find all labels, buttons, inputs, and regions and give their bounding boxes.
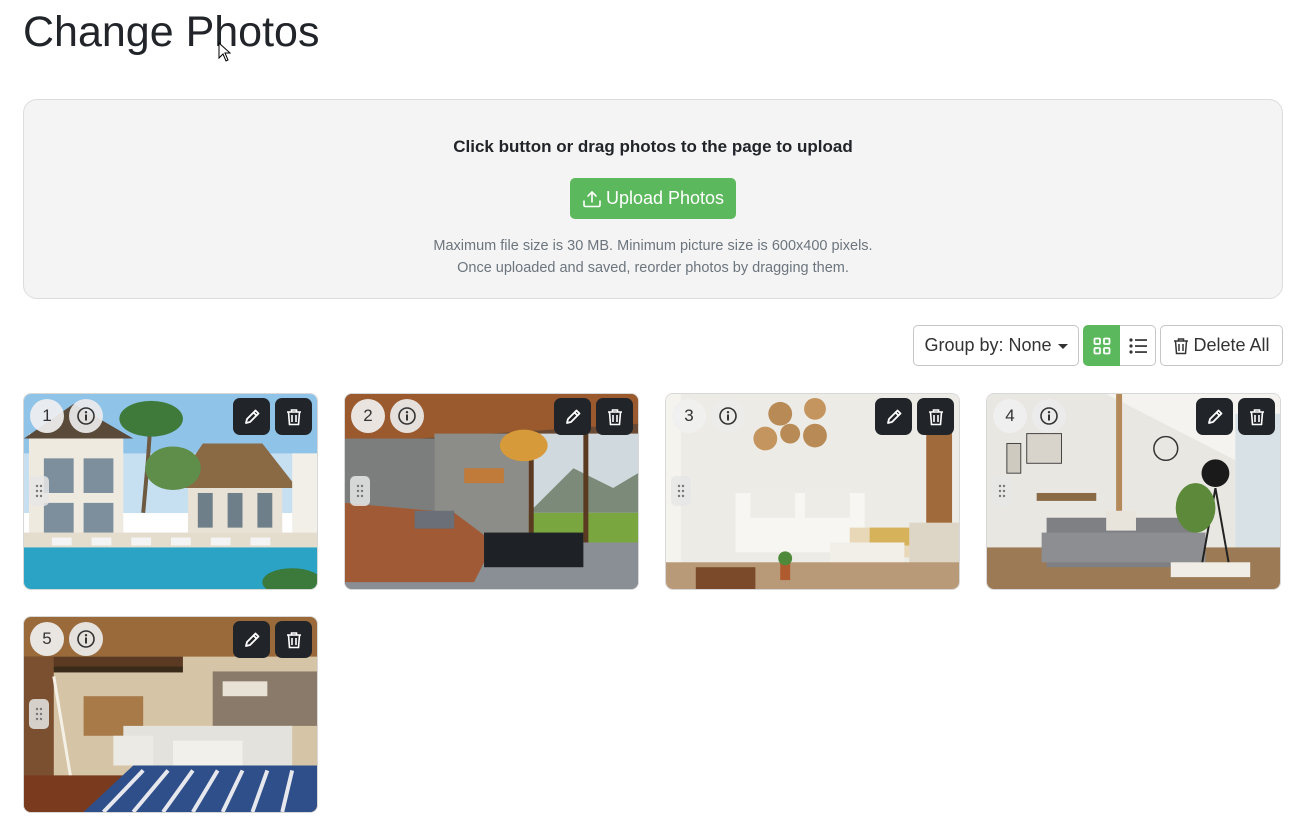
- view-toggle-group: [1083, 325, 1156, 366]
- delete-photo-button[interactable]: [275, 398, 312, 435]
- photo-number-badge: 2: [351, 399, 385, 433]
- photo-thumbnail: [345, 394, 638, 589]
- info-icon: [1040, 407, 1058, 425]
- upload-reorder-note: Once uploaded and saved, reorder photos …: [457, 260, 849, 276]
- edit-photo-button[interactable]: [233, 621, 270, 658]
- info-icon: [719, 407, 737, 425]
- edit-photo-button[interactable]: [554, 398, 591, 435]
- photo-info-button[interactable]: [1032, 399, 1066, 433]
- photo-card[interactable]: 5: [23, 616, 318, 813]
- drag-handle[interactable]: [29, 476, 49, 506]
- photo-info-button[interactable]: [69, 622, 103, 656]
- photo-card[interactable]: 2: [344, 393, 639, 590]
- pencil-icon: [886, 409, 901, 424]
- trash-icon: [607, 408, 622, 425]
- trash-icon: [1174, 337, 1189, 354]
- upload-heading: Click button or drag photos to the page …: [453, 137, 853, 156]
- delete-photo-button[interactable]: [596, 398, 633, 435]
- grid-icon: [1093, 337, 1110, 354]
- delete-all-button[interactable]: Delete All: [1160, 325, 1283, 366]
- delete-photo-button[interactable]: [1238, 398, 1275, 435]
- upload-icon: [583, 190, 601, 207]
- photo-card[interactable]: 3: [665, 393, 960, 590]
- drag-handle[interactable]: [350, 476, 370, 506]
- grip-dots-icon: [356, 484, 364, 498]
- photo-thumbnail: [24, 394, 317, 589]
- photo-number-badge: 1: [30, 399, 64, 433]
- grip-dots-icon: [35, 707, 43, 721]
- drag-handle[interactable]: [29, 699, 49, 729]
- mouse-cursor-icon: [218, 42, 232, 62]
- photo-number-badge: 3: [672, 399, 706, 433]
- caret-down-icon: [1057, 344, 1068, 349]
- upload-photos-label: Upload Photos: [605, 188, 725, 208]
- edit-photo-button[interactable]: [233, 398, 270, 435]
- grip-dots-icon: [998, 484, 1006, 498]
- photo-info-button[interactable]: [711, 399, 745, 433]
- pencil-icon: [565, 409, 580, 424]
- grid-view-button[interactable]: [1083, 325, 1120, 366]
- pencil-icon: [244, 632, 259, 647]
- page-title: Change Photos: [23, 8, 320, 56]
- edit-photo-button[interactable]: [875, 398, 912, 435]
- edit-photo-button[interactable]: [1196, 398, 1233, 435]
- photo-card[interactable]: 1: [23, 393, 318, 590]
- delete-photo-button[interactable]: [917, 398, 954, 435]
- photo-thumbnail: [987, 394, 1280, 589]
- pencil-icon: [244, 409, 259, 424]
- photo-number-badge: 5: [30, 622, 64, 656]
- photo-thumbnail: [666, 394, 959, 589]
- list-view-button[interactable]: [1120, 325, 1156, 366]
- info-icon: [77, 407, 95, 425]
- trash-icon: [286, 631, 301, 648]
- upload-size-note: Maximum file size is 30 MB. Minimum pict…: [433, 238, 873, 254]
- trash-icon: [286, 408, 301, 425]
- group-by-dropdown[interactable]: Group by: None: [913, 325, 1079, 366]
- list-icon: [1128, 337, 1147, 354]
- trash-icon: [1249, 408, 1264, 425]
- info-icon: [398, 407, 416, 425]
- delete-photo-button[interactable]: [275, 621, 312, 658]
- photo-number-badge: 4: [993, 399, 1027, 433]
- trash-icon: [928, 408, 943, 425]
- delete-all-label: Delete All: [1193, 335, 1270, 355]
- grip-dots-icon: [677, 484, 685, 498]
- group-by-label: Group by: None: [924, 335, 1052, 355]
- photo-info-button[interactable]: [390, 399, 424, 433]
- upload-photos-button[interactable]: Upload Photos: [570, 178, 736, 219]
- photo-thumbnail: [24, 617, 317, 812]
- photo-card[interactable]: 4: [986, 393, 1281, 590]
- upload-dropzone[interactable]: Click button or drag photos to the page …: [23, 99, 1283, 299]
- pencil-icon: [1207, 409, 1222, 424]
- photo-info-button[interactable]: [69, 399, 103, 433]
- drag-handle[interactable]: [671, 476, 691, 506]
- grip-dots-icon: [35, 484, 43, 498]
- info-icon: [77, 630, 95, 648]
- drag-handle[interactable]: [992, 476, 1012, 506]
